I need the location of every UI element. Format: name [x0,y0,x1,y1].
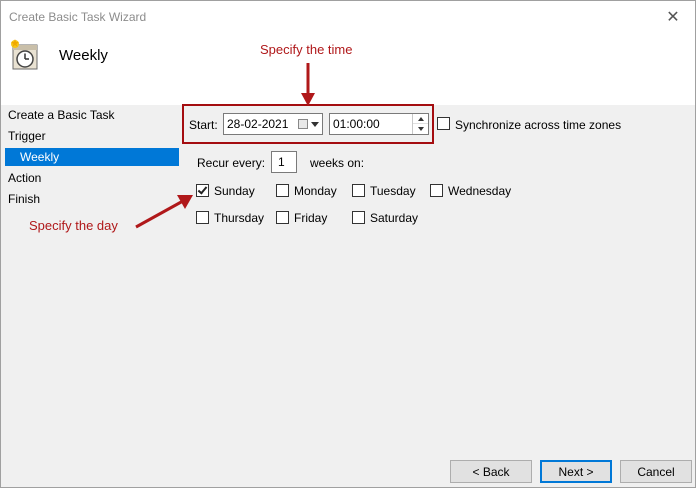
day-label-sunday: Sunday [214,184,255,198]
wizard-window: Create Basic Task Wizard ✕ Weekly Create… [0,0,696,488]
start-date-value: 28-02-2021 [227,117,289,131]
day-label-thursday: Thursday [214,211,265,225]
day-checkbox-saturday[interactable] [352,211,365,224]
arrow-down-icon [417,127,424,131]
wizard-steps-sidebar: Create a Basic Task Trigger Weekly Actio… [1,105,181,488]
day-label-monday: Monday [294,184,337,198]
annotation-arrow-down-icon [301,63,315,106]
day-checkbox-tuesday[interactable] [352,184,365,197]
next-button[interactable]: Next > [540,460,612,483]
day-checkbox-sunday[interactable] [196,184,209,197]
day-label-friday: Friday [294,211,328,225]
arrow-up-icon [417,116,424,121]
day-label-tuesday: Tuesday [370,184,416,198]
day-checkbox-friday[interactable] [276,211,289,224]
start-time-field[interactable]: 01:00:00 [329,113,429,135]
annotation-specify-time: Specify the time [260,42,353,57]
close-button[interactable]: ✕ [651,1,695,33]
day-checkbox-monday[interactable] [276,184,289,197]
weeks-on-label: weeks on: [310,156,365,170]
spin-up-button[interactable] [413,114,428,124]
annotation-arrow-diagonal-icon [135,195,193,229]
sidebar-item-trigger[interactable]: Trigger [8,127,46,145]
day-checkbox-thursday[interactable] [196,211,209,224]
sidebar-item-finish[interactable]: Finish [8,190,40,208]
time-spinner [412,114,428,134]
spin-down-button[interactable] [413,124,428,134]
recur-weeks-input[interactable]: 1 [271,151,297,173]
close-icon: ✕ [666,9,680,26]
day-checkbox-wednesday[interactable] [430,184,443,197]
clock-calendar-icon [11,39,38,70]
cancel-button[interactable]: Cancel [620,460,692,483]
sync-timezones-label: Synchronize across time zones [455,118,622,132]
recur-every-label: Recur every: [197,156,266,170]
sidebar-item-weekly[interactable]: Weekly [5,148,179,166]
calendar-icon[interactable] [298,119,308,129]
start-time-value: 01:00:00 [333,117,380,131]
page-title: Weekly [59,47,108,64]
window-title: Create Basic Task Wizard [9,10,147,24]
annotation-specify-day: Specify the day [29,218,118,233]
sidebar-item-create-task[interactable]: Create a Basic Task [8,106,115,124]
day-label-wednesday: Wednesday [448,184,512,198]
start-label: Start: [189,118,218,132]
back-button[interactable]: < Back [450,460,532,483]
title-bar: Create Basic Task Wizard ✕ [1,1,695,33]
day-label-saturday: Saturday [370,211,419,225]
start-date-picker[interactable]: 28-02-2021 [223,113,323,135]
checkmark-icon [197,184,208,195]
sidebar-item-action[interactable]: Action [8,169,41,187]
chevron-down-icon[interactable] [311,122,319,127]
sync-timezones-checkbox[interactable] [437,117,450,130]
